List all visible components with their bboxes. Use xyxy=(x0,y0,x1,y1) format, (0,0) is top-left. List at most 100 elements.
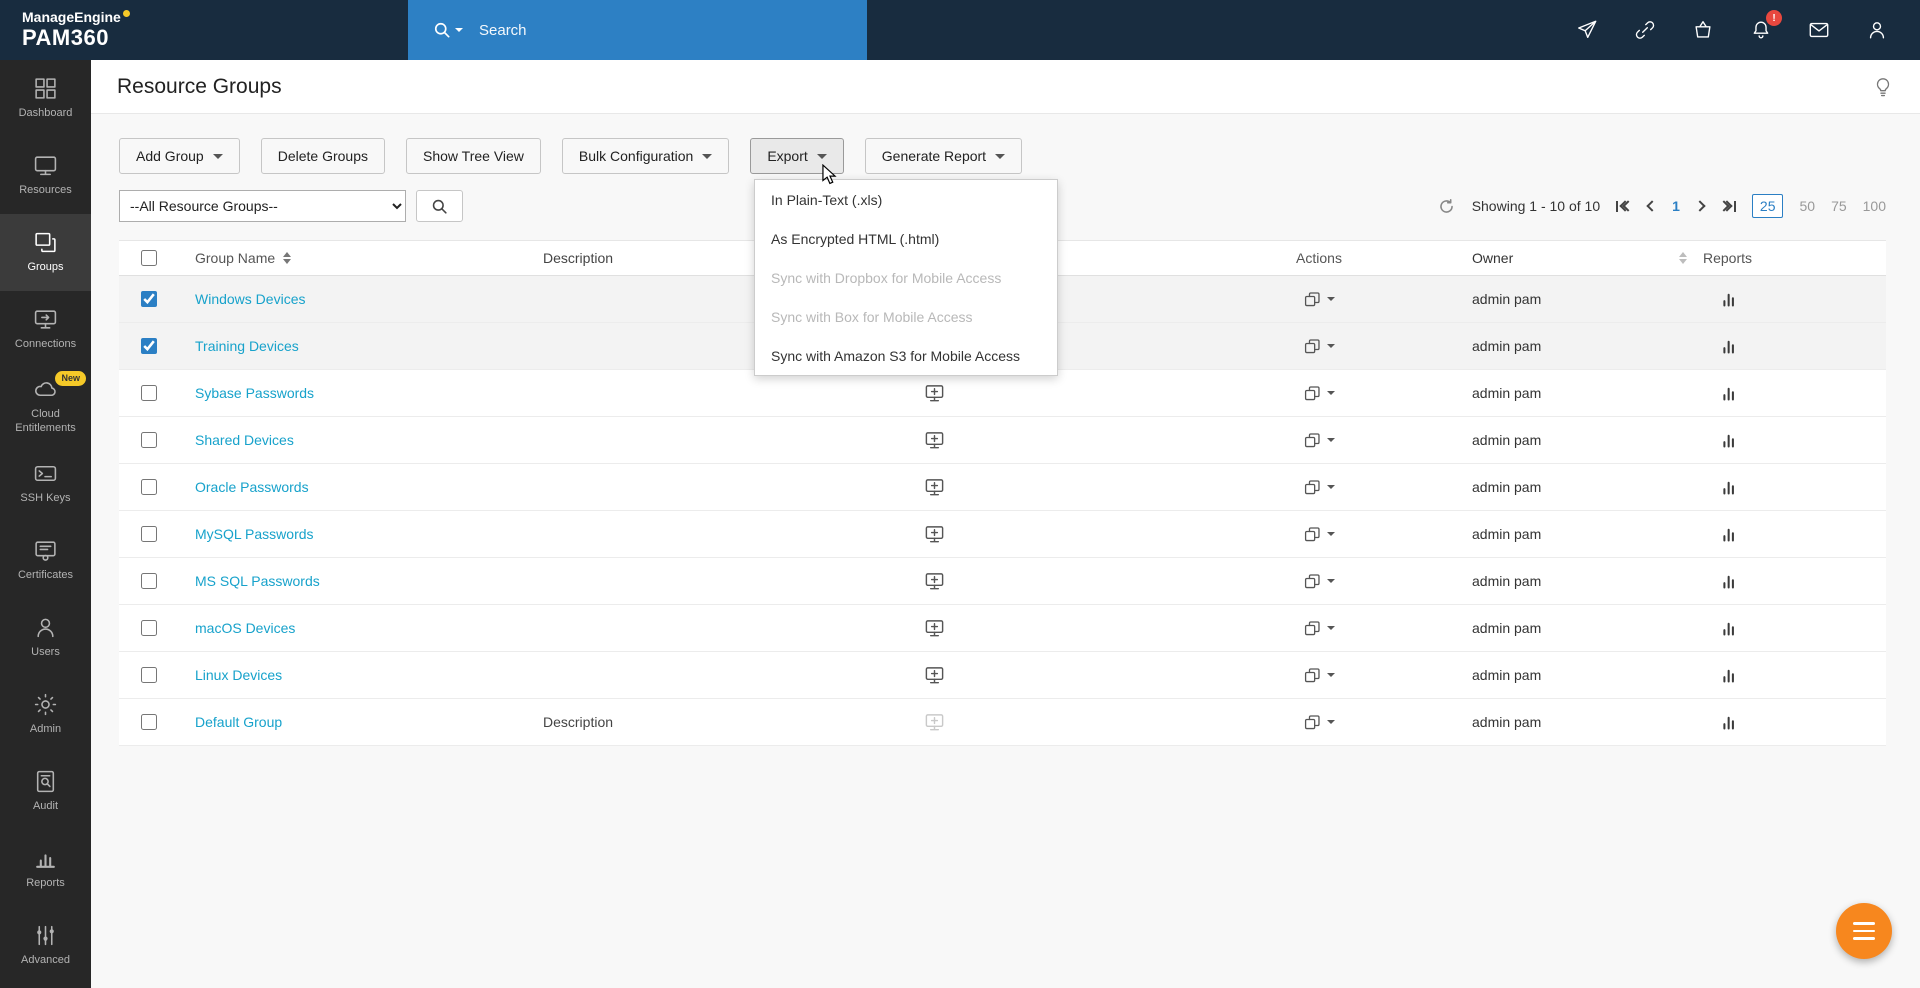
previous-page-button[interactable] xyxy=(1648,202,1656,210)
group-name-link[interactable]: Oracle Passwords xyxy=(195,479,309,495)
global-search-input[interactable] xyxy=(479,22,799,39)
page-size-25[interactable]: 25 xyxy=(1752,194,1784,218)
refresh-icon[interactable] xyxy=(1437,197,1456,216)
row-checkbox[interactable] xyxy=(141,573,157,589)
menu-item-encrypted-html[interactable]: As Encrypted HTML (.html) xyxy=(755,219,1057,258)
sort-icon[interactable] xyxy=(1679,252,1687,264)
sidebar-item-certificates[interactable]: Certificates xyxy=(0,522,91,599)
quick-launch-icon[interactable] xyxy=(1576,18,1600,42)
current-page[interactable]: 1 xyxy=(1672,198,1680,214)
groups-icon xyxy=(33,230,58,255)
help-lightbulb-icon[interactable] xyxy=(1872,76,1894,98)
bulk-configuration-button[interactable]: Bulk Configuration xyxy=(562,138,729,174)
mail-icon[interactable] xyxy=(1808,18,1832,42)
ssh-keys-icon xyxy=(33,461,58,486)
sidebar-item-audit[interactable]: Audit xyxy=(0,753,91,830)
add-resources-icon[interactable] xyxy=(924,524,945,545)
add-resources-icon[interactable] xyxy=(924,430,945,451)
filter-search-button[interactable] xyxy=(416,190,463,222)
row-reports-icon[interactable] xyxy=(1699,714,1886,731)
menu-item-plain-text-xls[interactable]: In Plain-Text (.xls) xyxy=(755,180,1057,219)
sidebar-item-admin[interactable]: Admin xyxy=(0,676,91,753)
menu-item-sync-amazon-s3[interactable]: Sync with Amazon S3 for Mobile Access xyxy=(755,336,1057,375)
next-page-button[interactable] xyxy=(1696,202,1704,210)
row-actions-menu[interactable] xyxy=(1303,525,1335,544)
row-actions-menu[interactable] xyxy=(1303,337,1335,356)
sidebar-item-advanced[interactable]: Advanced xyxy=(0,907,91,984)
group-name-link[interactable]: MS SQL Passwords xyxy=(195,573,320,589)
sidebar-item-connections[interactable]: Connections xyxy=(0,291,91,368)
add-resources-icon[interactable] xyxy=(924,618,945,639)
column-group-name[interactable]: Group Name xyxy=(179,250,539,266)
group-name-link[interactable]: Default Group xyxy=(195,714,282,730)
row-actions-menu[interactable] xyxy=(1303,713,1335,732)
row-reports-icon[interactable] xyxy=(1699,338,1886,355)
row-checkbox[interactable] xyxy=(141,338,157,354)
sidebar-item-reports[interactable]: Reports xyxy=(0,830,91,907)
page-size-75[interactable]: 75 xyxy=(1831,198,1847,214)
table-row: Sybase Passwords admin pam xyxy=(119,370,1886,417)
add-resources-icon[interactable] xyxy=(924,383,945,404)
row-actions-menu[interactable] xyxy=(1303,572,1335,591)
first-page-button[interactable] xyxy=(1616,201,1632,212)
row-actions-menu[interactable] xyxy=(1303,478,1335,497)
delete-groups-button[interactable]: Delete Groups xyxy=(261,138,385,174)
password-link-icon[interactable] xyxy=(1634,18,1658,42)
row-checkbox[interactable] xyxy=(141,667,157,683)
column-owner[interactable]: Owner xyxy=(1459,250,1699,266)
add-resources-icon[interactable] xyxy=(924,665,945,686)
notifications-bell-icon[interactable]: ! xyxy=(1750,18,1774,42)
sidebar-item-users[interactable]: Users xyxy=(0,599,91,676)
group-name-link[interactable]: Shared Devices xyxy=(195,432,294,448)
row-checkbox[interactable] xyxy=(141,432,157,448)
export-button[interactable]: Export xyxy=(750,138,843,174)
add-resources-icon[interactable] xyxy=(924,477,945,498)
row-checkbox[interactable] xyxy=(141,714,157,730)
add-group-button[interactable]: Add Group xyxy=(119,138,240,174)
row-actions-menu[interactable] xyxy=(1303,431,1335,450)
group-name-link[interactable]: Linux Devices xyxy=(195,667,282,683)
row-reports-icon[interactable] xyxy=(1699,526,1886,543)
generate-report-button[interactable]: Generate Report xyxy=(865,138,1022,174)
show-tree-view-button[interactable]: Show Tree View xyxy=(406,138,541,174)
row-reports-icon[interactable] xyxy=(1699,667,1886,684)
sidebar-item-groups[interactable]: Groups xyxy=(0,214,91,291)
group-name-link[interactable]: macOS Devices xyxy=(195,620,295,636)
row-actions-menu[interactable] xyxy=(1303,619,1335,638)
page-size-100[interactable]: 100 xyxy=(1863,198,1886,214)
page-size-50[interactable]: 50 xyxy=(1799,198,1815,214)
row-actions-menu[interactable] xyxy=(1303,666,1335,685)
store-icon[interactable] xyxy=(1692,18,1716,42)
select-all-checkbox[interactable] xyxy=(141,250,157,266)
sidebar-item-ssh-keys[interactable]: SSH Keys xyxy=(0,445,91,522)
group-name-link[interactable]: Windows Devices xyxy=(195,291,305,307)
sidebar-item-resources[interactable]: Resources xyxy=(0,137,91,214)
floating-menu-button[interactable] xyxy=(1836,903,1892,959)
sort-icon[interactable] xyxy=(283,252,291,264)
row-reports-icon[interactable] xyxy=(1699,291,1886,308)
row-reports-icon[interactable] xyxy=(1699,432,1886,449)
row-checkbox[interactable] xyxy=(141,620,157,636)
user-account-icon[interactable] xyxy=(1866,18,1890,42)
row-checkbox[interactable] xyxy=(141,385,157,401)
row-actions-menu[interactable] xyxy=(1303,290,1335,309)
search-icon[interactable] xyxy=(432,20,452,40)
row-checkbox[interactable] xyxy=(141,526,157,542)
row-reports-icon[interactable] xyxy=(1699,385,1886,402)
row-checkbox[interactable] xyxy=(141,479,157,495)
row-reports-icon[interactable] xyxy=(1699,620,1886,637)
row-checkbox[interactable] xyxy=(141,291,157,307)
search-scope-caret-icon[interactable] xyxy=(455,28,463,32)
sidebar-label: SSH Keys xyxy=(20,492,70,506)
group-name-link[interactable]: Sybase Passwords xyxy=(195,385,314,401)
sidebar-item-cloud-entitlements[interactable]: New Cloud Entitlements xyxy=(0,368,91,445)
group-name-link[interactable]: Training Devices xyxy=(195,338,299,354)
row-reports-icon[interactable] xyxy=(1699,573,1886,590)
row-reports-icon[interactable] xyxy=(1699,479,1886,496)
last-page-button[interactable] xyxy=(1720,201,1736,212)
sidebar-item-dashboard[interactable]: Dashboard xyxy=(0,60,91,137)
resource-group-filter-select[interactable]: --All Resource Groups-- xyxy=(119,190,406,222)
group-name-link[interactable]: MySQL Passwords xyxy=(195,526,314,542)
add-resources-icon[interactable] xyxy=(924,571,945,592)
row-actions-menu[interactable] xyxy=(1303,384,1335,403)
